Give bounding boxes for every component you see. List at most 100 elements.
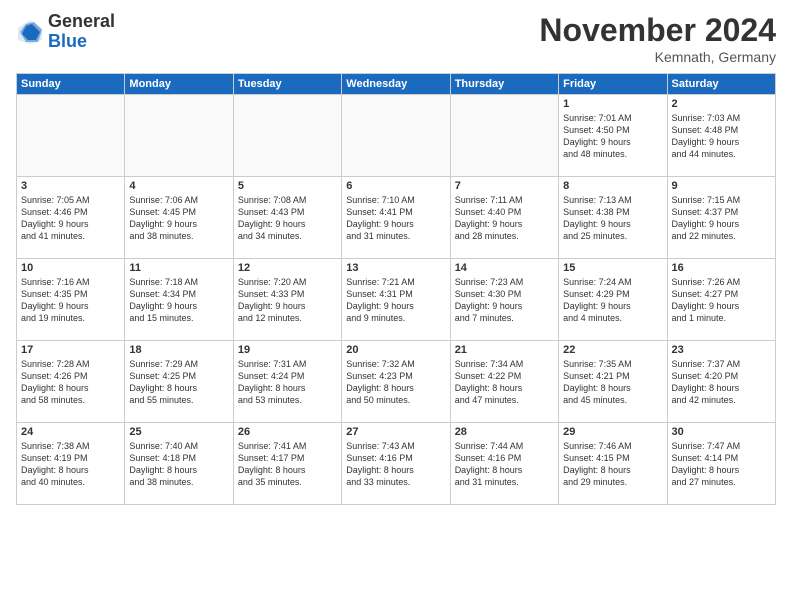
logo-text: General Blue (48, 12, 115, 52)
col-tuesday: Tuesday (233, 74, 341, 95)
day-number: 3 (21, 180, 120, 192)
day-number: 2 (672, 98, 771, 110)
day-number: 9 (672, 180, 771, 192)
calendar-week-2: 3 Sunrise: 7:05 AM Sunset: 4:46 PM Daylig… (17, 177, 776, 259)
calendar-cell: 2 Sunrise: 7:03 AM Sunset: 4:48 PM Daylig… (667, 95, 775, 177)
calendar-cell: 20Sunrise: 7:32 AM Sunset: 4:23 PM Dayli… (342, 341, 450, 423)
day-number: 30 (672, 426, 771, 438)
calendar-cell: 28Sunrise: 7:44 AM Sunset: 4:16 PM Dayli… (450, 423, 558, 505)
title-block: November 2024 Kemnath, Germany (539, 12, 776, 65)
calendar-cell: 16 Sunrise: 7:26 AM Sunset: 4:27 PM Dayli… (667, 259, 775, 341)
calendar-cell (17, 95, 125, 177)
logo-icon (16, 18, 44, 46)
day-info: Sunrise: 7:10 AM Sunset: 4:41 PM Dayligh… (346, 194, 445, 243)
col-friday: Friday (559, 74, 667, 95)
col-thursday: Thursday (450, 74, 558, 95)
calendar-cell: 24Sunrise: 7:38 AM Sunset: 4:19 PM Dayli… (17, 423, 125, 505)
calendar-week-1: 1Sunrise: 7:01 AM Sunset: 4:50 PM Daylig… (17, 95, 776, 177)
calendar-cell: 17 Sunrise: 7:28 AM Sunset: 4:26 PM Dayli… (17, 341, 125, 423)
logo-general-text: General (48, 12, 115, 32)
day-number: 27 (346, 426, 445, 438)
day-info: Sunrise: 7:21 AM Sunset: 4:31 PM Dayligh… (346, 276, 445, 325)
day-info: Sunrise: 7:37 AM Sunset: 4:20 PM Dayligh… (672, 358, 771, 407)
calendar-cell: 11 Sunrise: 7:18 AM Sunset: 4:34 PM Dayli… (125, 259, 233, 341)
day-number: 4 (129, 180, 228, 192)
day-info: Sunrise: 7:24 AM Sunset: 4:29 PM Dayligh… (563, 276, 662, 325)
day-info: Sunrise: 7:35 AM Sunset: 4:21 PM Dayligh… (563, 358, 662, 407)
calendar-cell: 14 Sunrise: 7:23 AM Sunset: 4:30 PM Dayli… (450, 259, 558, 341)
day-info: Sunrise: 7:08 AM Sunset: 4:43 PM Dayligh… (238, 194, 337, 243)
day-number: 13 (346, 262, 445, 274)
day-number: 22 (563, 344, 662, 356)
calendar-week-4: 17 Sunrise: 7:28 AM Sunset: 4:26 PM Dayli… (17, 341, 776, 423)
day-number: 28 (455, 426, 554, 438)
day-number: 25 (129, 426, 228, 438)
day-info: Sunrise: 7:38 AM Sunset: 4:19 PM Dayligh… (21, 440, 120, 489)
calendar-cell: 15 Sunrise: 7:24 AM Sunset: 4:29 PM Dayli… (559, 259, 667, 341)
calendar-cell: 6Sunrise: 7:10 AM Sunset: 4:41 PM Daylig… (342, 177, 450, 259)
day-number: 7 (455, 180, 554, 192)
day-info: Sunrise: 7:43 AM Sunset: 4:16 PM Dayligh… (346, 440, 445, 489)
day-info: Sunrise: 7:16 AM Sunset: 4:35 PM Dayligh… (21, 276, 120, 325)
day-info: Sunrise: 7:01 AM Sunset: 4:50 PM Dayligh… (563, 112, 662, 161)
calendar-cell: 9Sunrise: 7:15 AM Sunset: 4:37 PM Daylig… (667, 177, 775, 259)
day-number: 16 (672, 262, 771, 274)
day-number: 8 (563, 180, 662, 192)
day-number: 26 (238, 426, 337, 438)
day-info: Sunrise: 7:40 AM Sunset: 4:18 PM Dayligh… (129, 440, 228, 489)
day-number: 11 (129, 262, 228, 274)
calendar-header-row: Sunday Monday Tuesday Wednesday Thursday… (17, 74, 776, 95)
calendar-cell (450, 95, 558, 177)
col-sunday: Sunday (17, 74, 125, 95)
calendar-cell: 26 Sunrise: 7:41 AM Sunset: 4:17 PM Dayli… (233, 423, 341, 505)
calendar-cell: 30 Sunrise: 7:47 AM Sunset: 4:14 PM Dayli… (667, 423, 775, 505)
logo-blue-text: Blue (48, 32, 115, 52)
month-title: November 2024 (539, 12, 776, 49)
calendar-cell: 7Sunrise: 7:11 AM Sunset: 4:40 PM Daylig… (450, 177, 558, 259)
calendar-cell: 23 Sunrise: 7:37 AM Sunset: 4:20 PM Dayli… (667, 341, 775, 423)
day-number: 10 (21, 262, 120, 274)
col-saturday: Saturday (667, 74, 775, 95)
day-info: Sunrise: 7:34 AM Sunset: 4:22 PM Dayligh… (455, 358, 554, 407)
day-info: Sunrise: 7:23 AM Sunset: 4:30 PM Dayligh… (455, 276, 554, 325)
day-info: Sunrise: 7:03 AM Sunset: 4:48 PM Dayligh… (672, 112, 771, 161)
day-info: Sunrise: 7:47 AM Sunset: 4:14 PM Dayligh… (672, 440, 771, 489)
calendar-cell: 18Sunrise: 7:29 AM Sunset: 4:25 PM Dayli… (125, 341, 233, 423)
calendar-cell: 4Sunrise: 7:06 AM Sunset: 4:45 PM Daylig… (125, 177, 233, 259)
day-number: 23 (672, 344, 771, 356)
day-number: 12 (238, 262, 337, 274)
day-info: Sunrise: 7:32 AM Sunset: 4:23 PM Dayligh… (346, 358, 445, 407)
day-number: 17 (21, 344, 120, 356)
calendar-cell: 12Sunrise: 7:20 AM Sunset: 4:33 PM Dayli… (233, 259, 341, 341)
day-number: 15 (563, 262, 662, 274)
day-info: Sunrise: 7:18 AM Sunset: 4:34 PM Dayligh… (129, 276, 228, 325)
day-info: Sunrise: 7:41 AM Sunset: 4:17 PM Dayligh… (238, 440, 337, 489)
day-number: 29 (563, 426, 662, 438)
calendar-week-5: 24Sunrise: 7:38 AM Sunset: 4:19 PM Dayli… (17, 423, 776, 505)
calendar-cell: 25 Sunrise: 7:40 AM Sunset: 4:18 PM Dayli… (125, 423, 233, 505)
col-wednesday: Wednesday (342, 74, 450, 95)
location: Kemnath, Germany (539, 49, 776, 65)
calendar-cell: 3 Sunrise: 7:05 AM Sunset: 4:46 PM Daylig… (17, 177, 125, 259)
day-number: 19 (238, 344, 337, 356)
calendar-cell (342, 95, 450, 177)
day-number: 5 (238, 180, 337, 192)
calendar-cell: 29 Sunrise: 7:46 AM Sunset: 4:15 PM Dayli… (559, 423, 667, 505)
day-info: Sunrise: 7:46 AM Sunset: 4:15 PM Dayligh… (563, 440, 662, 489)
calendar-week-3: 10 Sunrise: 7:16 AM Sunset: 4:35 PM Dayli… (17, 259, 776, 341)
col-monday: Monday (125, 74, 233, 95)
header: General Blue November 2024 Kemnath, Germ… (16, 12, 776, 65)
calendar-cell: 27 Sunrise: 7:43 AM Sunset: 4:16 PM Dayli… (342, 423, 450, 505)
day-number: 18 (129, 344, 228, 356)
calendar-cell: 1Sunrise: 7:01 AM Sunset: 4:50 PM Daylig… (559, 95, 667, 177)
calendar-cell: 22 Sunrise: 7:35 AM Sunset: 4:21 PM Dayli… (559, 341, 667, 423)
calendar-cell (125, 95, 233, 177)
calendar-cell: 5 Sunrise: 7:08 AM Sunset: 4:43 PM Daylig… (233, 177, 341, 259)
calendar-cell (233, 95, 341, 177)
day-info: Sunrise: 7:05 AM Sunset: 4:46 PM Dayligh… (21, 194, 120, 243)
day-number: 14 (455, 262, 554, 274)
day-info: Sunrise: 7:13 AM Sunset: 4:38 PM Dayligh… (563, 194, 662, 243)
day-number: 21 (455, 344, 554, 356)
day-info: Sunrise: 7:26 AM Sunset: 4:27 PM Dayligh… (672, 276, 771, 325)
day-info: Sunrise: 7:28 AM Sunset: 4:26 PM Dayligh… (21, 358, 120, 407)
